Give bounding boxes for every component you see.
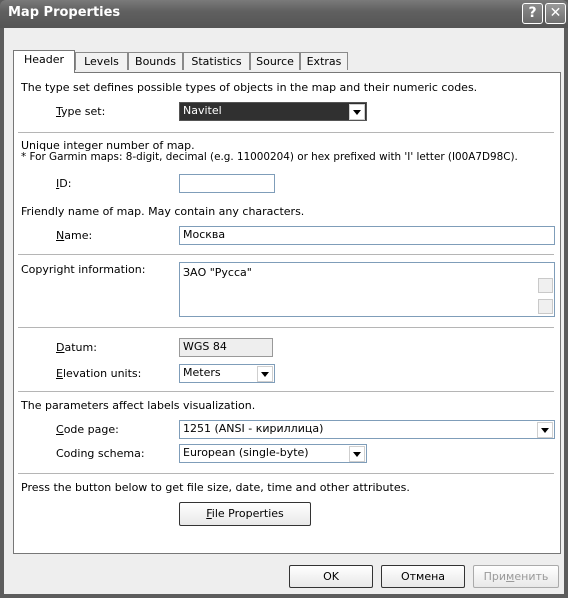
id-input[interactable] (179, 174, 275, 193)
tab-source-label: Source (256, 55, 294, 68)
codepage-select-value: 1251 (ANSI - кириллица) (183, 422, 324, 435)
title-bar[interactable]: Map Properties ? ✕ (0, 0, 568, 28)
typeset-label: Type set: (56, 105, 105, 118)
name-label-text: ame: (64, 229, 93, 242)
apply-label-a: При (483, 570, 507, 583)
divider (18, 391, 554, 392)
name-description: Friendly name of map. May contain any ch… (21, 205, 305, 218)
codepage-label-accel: C (56, 423, 64, 436)
name-input-value: Москва (183, 228, 226, 241)
codepage-select[interactable]: 1251 (ANSI - кириллица) (179, 420, 555, 439)
file-properties-button[interactable]: File Properties (179, 502, 311, 526)
name-label-accel: N (56, 229, 65, 242)
tab-levels[interactable]: Levels (75, 52, 128, 70)
divider (18, 473, 554, 474)
help-button[interactable]: ? (522, 3, 543, 24)
elevation-label-text: levation units: (62, 367, 142, 380)
tab-levels-label: Levels (84, 55, 119, 68)
copyright-value: ЗАО "Русса" (183, 266, 252, 279)
labels-description: The parameters affect labels visualizati… (21, 399, 256, 412)
tab-source[interactable]: Source (250, 52, 300, 70)
coding-schema-select-value: European (single-byte) (183, 446, 309, 459)
datum-label: Datum: (56, 341, 97, 354)
close-icon: ✕ (549, 5, 562, 21)
chevron-down-icon[interactable] (537, 422, 553, 438)
close-button[interactable]: ✕ (545, 3, 566, 24)
datum-label-text: atum: (64, 341, 97, 354)
elevation-select[interactable]: Meters (179, 364, 275, 383)
help-icon: ? (528, 5, 537, 21)
id-description-2: * For Garmin maps: 8-digit, decimal (e.g… (21, 151, 518, 163)
tab-header-label: Header (23, 53, 65, 66)
tab-extras[interactable]: Extras (300, 52, 348, 70)
name-input[interactable]: Москва (179, 226, 555, 245)
chevron-down-icon[interactable] (349, 446, 365, 462)
cancel-button[interactable]: Отмена (381, 565, 465, 588)
codepage-label-text: ode page: (63, 423, 119, 436)
ok-button[interactable]: OK (289, 565, 373, 588)
elevation-label-accel: E (56, 367, 63, 380)
copyright-label: Copyright information: (21, 263, 146, 276)
codepage-label: Code page: (56, 423, 119, 436)
datum-value-box: WGS 84 (179, 338, 273, 357)
copyright-textarea[interactable]: ЗАО "Русса" (179, 262, 555, 317)
elevation-select-value: Meters (183, 366, 221, 379)
tab-bounds[interactable]: Bounds (128, 52, 183, 70)
fileprops-description: Press the button below to get file size,… (21, 481, 410, 494)
typeset-description: The type set defines possible types of o… (21, 81, 478, 94)
divider (18, 254, 554, 255)
typeset-select-value: Navitel (183, 104, 222, 117)
elevation-label: Elevation units: (56, 367, 141, 380)
scroll-up-icon[interactable] (538, 278, 553, 293)
divider (18, 132, 554, 133)
tab-header[interactable]: Header (13, 50, 75, 73)
id-label: ID: (56, 177, 71, 190)
ok-label: OK (323, 570, 339, 583)
typeset-label-text: ype set: (61, 105, 106, 118)
datum-value: WGS 84 (183, 340, 227, 353)
dialog-client-area: Header Levels Bounds Statistics Source E… (4, 28, 564, 594)
file-properties-label: ile Properties (211, 507, 284, 520)
coding-schema-select[interactable]: European (single-byte) (179, 444, 367, 463)
map-properties-window: Map Properties ? ✕ Header Levels Bounds … (0, 0, 568, 598)
tab-statistics-label: Statistics (191, 55, 242, 68)
header-tab-panel: The type set defines possible types of o… (13, 72, 561, 554)
coding-schema-label: Coding schema: (56, 447, 145, 460)
typeset-select[interactable]: Navitel (179, 102, 367, 121)
name-label: Name: (56, 229, 92, 242)
apply-label-b: енить (514, 570, 549, 583)
apply-button[interactable]: Применить (473, 565, 559, 588)
chevron-down-icon[interactable] (349, 104, 365, 120)
divider (18, 327, 554, 328)
cancel-label: Отмена (400, 570, 446, 583)
window-title: Map Properties (8, 5, 121, 20)
id-label-text: D: (59, 177, 72, 190)
tab-bounds-label: Bounds (135, 55, 176, 68)
scroll-down-icon[interactable] (538, 299, 553, 314)
chevron-down-icon[interactable] (257, 366, 273, 382)
tab-statistics[interactable]: Statistics (183, 52, 250, 70)
tab-extras-label: Extras (306, 55, 342, 68)
